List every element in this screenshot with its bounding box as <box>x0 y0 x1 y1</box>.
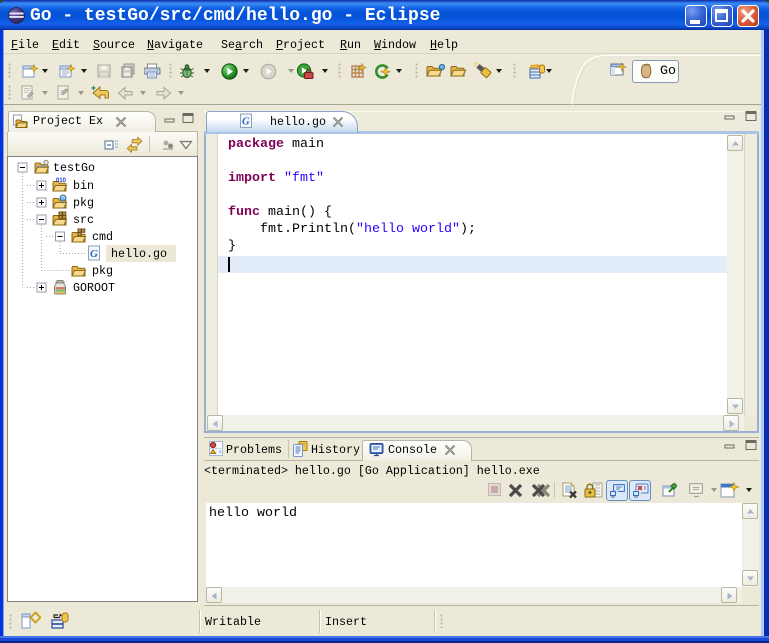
svg-text:G: G <box>90 248 98 260</box>
svg-text:010: 010 <box>56 178 67 184</box>
svg-text:G: G <box>242 117 250 128</box>
